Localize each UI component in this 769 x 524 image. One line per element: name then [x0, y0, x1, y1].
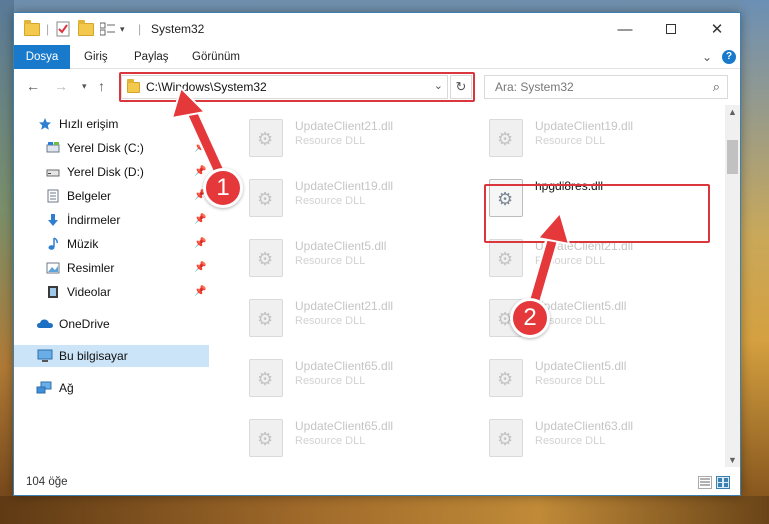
step-badge-2: 2 — [510, 298, 550, 338]
callout-arrow-1 — [170, 86, 229, 185]
callout-overlay — [170, 86, 571, 317]
callout-arrow-2 — [525, 210, 571, 317]
step-badge-1: 1 — [203, 168, 243, 208]
